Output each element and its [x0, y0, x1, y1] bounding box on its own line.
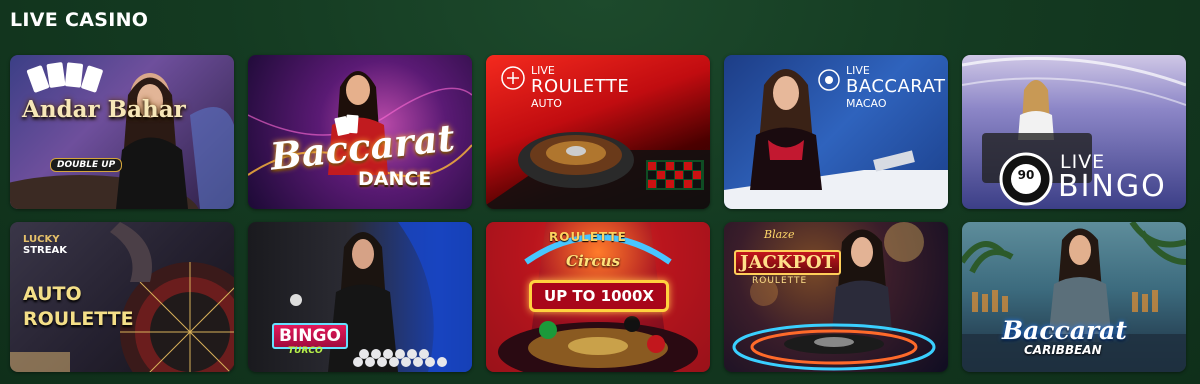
- game-brand: Blaze: [764, 228, 795, 241]
- game-tile-live-bingo[interactable]: 90 LIVE BINGO: [962, 55, 1186, 209]
- game-tile-blaze-jackpot-roulette[interactable]: Blaze JACKPOT ROULETTE: [724, 222, 948, 372]
- game-tile-roulette-circus[interactable]: ROULETTE Circus UP TO 1000X: [486, 222, 710, 372]
- game-subtitle: DANCE: [358, 168, 432, 190]
- game-title: BACCARAT: [846, 76, 946, 97]
- game-title: Baccarat: [1002, 316, 1127, 345]
- game-subtitle: ROULETTE: [752, 276, 808, 286]
- game-tile-live-baccarat-macao[interactable]: LIVE BACCARAT MACAO: [724, 55, 948, 209]
- game-subtitle: DOUBLE UP: [50, 158, 123, 172]
- game-tile-bingo-turco[interactable]: BINGO TURCO: [248, 222, 472, 372]
- promo-banner: UP TO 1000X: [529, 280, 669, 312]
- game-tile-baccarat-caribbean[interactable]: Baccarat CARIBBEAN: [962, 222, 1186, 372]
- game-subtitle: Circus: [566, 252, 621, 270]
- game-tile-baccarat-dance[interactable]: Baccarat DANCE: [248, 55, 472, 209]
- game-title-line2: ROULETTE: [23, 308, 134, 330]
- game-title: AUTO ROULETTE: [23, 282, 134, 332]
- bingo-ball-badge: 90: [1017, 168, 1035, 182]
- game-subtitle: AUTO: [531, 97, 562, 110]
- brand-streak: STREAK: [23, 245, 68, 256]
- brand-lucky: LUCKY: [23, 234, 60, 245]
- section-title: LIVE CASINO: [10, 9, 149, 31]
- game-tile-live-roulette-auto[interactable]: LIVE ROULETTE AUTO: [486, 55, 710, 209]
- game-title: JACKPOT: [734, 250, 842, 275]
- game-title: ROULETTE: [531, 76, 630, 97]
- game-tile-auto-roulette[interactable]: LUCKY STREAK AUTO ROULETTE: [10, 222, 234, 372]
- game-title-line1: AUTO: [23, 283, 82, 305]
- game-subtitle: CARIBBEAN: [1024, 343, 1102, 357]
- jackpot-roulette-artwork: [732, 222, 936, 371]
- game-subtitle: MACAO: [846, 97, 887, 110]
- games-grid: Andar Bahar DOUBLE UP Baccarat DANCE LIV…: [10, 55, 1186, 372]
- game-title: ROULETTE: [549, 230, 627, 244]
- bingo-turco-artwork: [290, 222, 472, 372]
- game-subtitle: TURCO: [288, 346, 323, 356]
- game-title: Andar Bahar: [22, 96, 186, 123]
- andar-bahar-artwork: [10, 62, 234, 209]
- game-title: BINGO: [1058, 169, 1167, 204]
- game-tile-andar-bahar[interactable]: Andar Bahar DOUBLE UP: [10, 55, 234, 209]
